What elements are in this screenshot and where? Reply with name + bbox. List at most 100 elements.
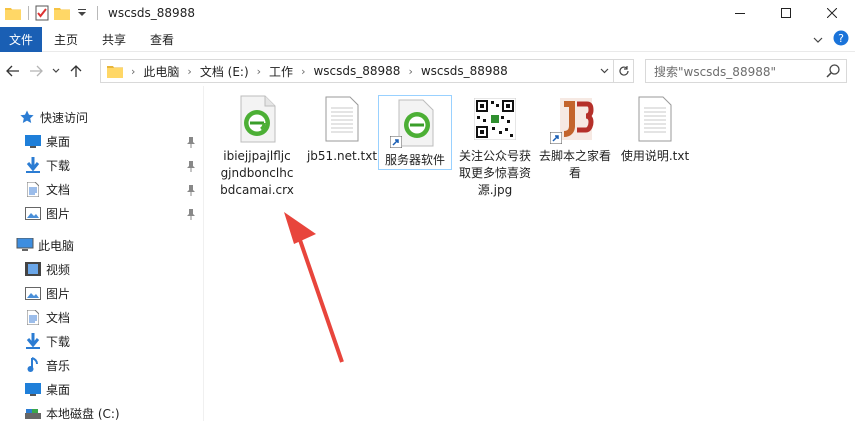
close-button[interactable] xyxy=(809,0,855,26)
folder-icon xyxy=(4,4,22,22)
video-icon xyxy=(24,261,42,277)
sidebar-item-music[interactable]: 音乐 xyxy=(24,354,70,376)
quick-access-toolbar xyxy=(0,0,102,26)
up-button[interactable] xyxy=(66,60,86,82)
breadcrumb-work[interactable]: 工作 xyxy=(269,63,293,80)
file-name: 关注公众号获取更多惊喜资源.jpg xyxy=(458,149,531,197)
sidebar-label: 本地磁盘 (C:) xyxy=(46,406,120,421)
pane-divider[interactable] xyxy=(203,86,204,421)
recent-locations-button[interactable] xyxy=(49,60,63,82)
navigation-bar: › 此电脑 › 文档 (E:) › 工作 › wscsds_88988 › ws… xyxy=(0,57,855,85)
sidebar-item-documents[interactable]: 文档 xyxy=(24,178,70,200)
breadcrumb-current-folder[interactable]: wscsds_88988 xyxy=(421,64,508,78)
jb51-shortcut-icon xyxy=(538,92,612,146)
shortcut-arrow-icon xyxy=(549,131,563,145)
document-icon xyxy=(24,181,42,197)
sidebar-label: 此电脑 xyxy=(38,238,75,253)
shortcut-app-icon xyxy=(378,96,452,150)
sidebar-item-quick-access[interactable]: 快速访问 xyxy=(18,106,88,128)
sidebar-label: 快速访问 xyxy=(40,110,89,125)
ribbon-tabs: 文件 主页 共享 查看 ? xyxy=(0,26,855,52)
desktop-icon xyxy=(24,133,42,149)
properties-icon[interactable] xyxy=(33,4,51,22)
sidebar-item-desktop-pc[interactable]: 桌面 xyxy=(24,378,70,400)
file-name: ibiejjpajlfljcgjndbonclhcbdcamai.crx xyxy=(220,149,294,197)
new-folder-icon[interactable] xyxy=(53,4,71,22)
star-icon xyxy=(18,109,36,125)
sidebar-item-local-disk-c[interactable]: 本地磁盘 (C:) xyxy=(24,402,120,421)
window-title: wscsds_88988 xyxy=(108,6,195,20)
file-name: 服务器软件 xyxy=(384,153,445,167)
sidebar-item-downloads-pc[interactable]: 下载 xyxy=(24,330,70,352)
address-dropdown-icon[interactable] xyxy=(595,68,613,74)
desktop-icon xyxy=(24,381,42,397)
minimize-button[interactable] xyxy=(717,0,763,26)
sidebar-item-downloads[interactable]: 下载 xyxy=(24,154,70,176)
sidebar-item-this-pc[interactable]: 此电脑 xyxy=(16,234,74,256)
help-icon[interactable]: ? xyxy=(833,30,849,49)
sidebar-item-documents-pc[interactable]: 文档 xyxy=(24,306,70,328)
tab-home[interactable]: 主页 xyxy=(42,27,90,52)
download-arrow-icon xyxy=(24,157,42,173)
file-item[interactable]: ibiejjpajlfljcgjndbonclhcbdcamai.crx xyxy=(220,92,294,199)
sidebar-item-videos[interactable]: 视频 xyxy=(24,258,70,280)
picture-icon xyxy=(24,205,42,221)
red-arrow-icon xyxy=(284,212,344,363)
maximize-button[interactable] xyxy=(763,0,809,26)
tab-share[interactable]: 共享 xyxy=(90,27,138,52)
shortcut-arrow-icon xyxy=(389,135,403,149)
text-file-icon xyxy=(305,92,379,146)
address-bar[interactable]: › 此电脑 › 文档 (E:) › 工作 › wscsds_88988 › ws… xyxy=(100,59,634,83)
breadcrumb-drive-e[interactable]: 文档 (E:) xyxy=(200,63,249,80)
pin-icon[interactable] xyxy=(185,208,197,220)
title-bar: wscsds_88988 xyxy=(0,0,855,26)
sidebar-item-pictures-pc[interactable]: 图片 xyxy=(24,282,70,304)
sidebar-label: 视频 xyxy=(46,262,71,277)
tab-file[interactable]: 文件 xyxy=(0,26,42,52)
back-button[interactable] xyxy=(3,60,23,82)
svg-text:?: ? xyxy=(838,32,844,45)
search-input[interactable]: 搜索"wscsds_88988" xyxy=(654,63,776,80)
drive-icon xyxy=(24,405,42,421)
sidebar-label: 文档 xyxy=(46,182,71,197)
file-item[interactable]: 去脚本之家看看 xyxy=(538,92,612,182)
file-item-selected[interactable]: 服务器软件 xyxy=(378,95,452,170)
file-item[interactable]: 关注公众号获取更多惊喜资源.jpg xyxy=(458,92,532,199)
pin-icon[interactable] xyxy=(185,184,197,196)
sidebar-label: 下载 xyxy=(46,334,71,349)
breadcrumb-parent-folder[interactable]: wscsds_88988 xyxy=(313,64,400,78)
folder-icon xyxy=(107,64,123,78)
navigation-pane: 快速访问 桌面 下载 文档 图片 此电脑 视频 图片 文档 下载 音乐 桌面 本… xyxy=(0,100,203,421)
pin-icon[interactable] xyxy=(185,136,197,148)
forward-button[interactable] xyxy=(26,60,46,82)
chevron-right-icon[interactable]: › xyxy=(301,65,305,78)
picture-icon xyxy=(24,285,42,301)
sidebar-label: 图片 xyxy=(46,206,71,221)
sidebar-item-pictures[interactable]: 图片 xyxy=(24,202,70,224)
sidebar-label: 桌面 xyxy=(46,134,71,149)
chevron-right-icon[interactable]: › xyxy=(257,65,261,78)
search-icon[interactable] xyxy=(826,64,840,81)
breadcrumb-this-pc[interactable]: 此电脑 xyxy=(143,63,179,80)
computer-icon xyxy=(16,237,34,253)
toolbar-separator xyxy=(97,6,98,20)
tab-view[interactable]: 查看 xyxy=(138,27,186,52)
chevron-right-icon[interactable]: › xyxy=(408,65,412,78)
file-name: jb51.net.txt xyxy=(306,149,378,163)
search-box[interactable]: 搜索"wscsds_88988" xyxy=(645,59,847,83)
customize-dropdown-icon[interactable] xyxy=(73,4,91,22)
file-item[interactable]: 使用说明.txt xyxy=(618,92,692,165)
pin-icon[interactable] xyxy=(185,160,197,172)
sidebar-label: 桌面 xyxy=(46,382,71,397)
chevron-right-icon[interactable]: › xyxy=(187,65,191,78)
sidebar-item-desktop[interactable]: 桌面 xyxy=(24,130,70,152)
expand-ribbon-icon[interactable] xyxy=(813,33,823,47)
file-name: 去脚本之家看看 xyxy=(538,149,611,180)
sidebar-label: 文档 xyxy=(46,310,71,325)
crx-file-icon xyxy=(220,92,294,146)
refresh-icon[interactable] xyxy=(613,60,633,82)
file-item[interactable]: jb51.net.txt xyxy=(305,92,379,165)
document-icon xyxy=(24,309,42,325)
text-file-icon xyxy=(618,92,692,146)
sidebar-label: 音乐 xyxy=(46,358,71,373)
